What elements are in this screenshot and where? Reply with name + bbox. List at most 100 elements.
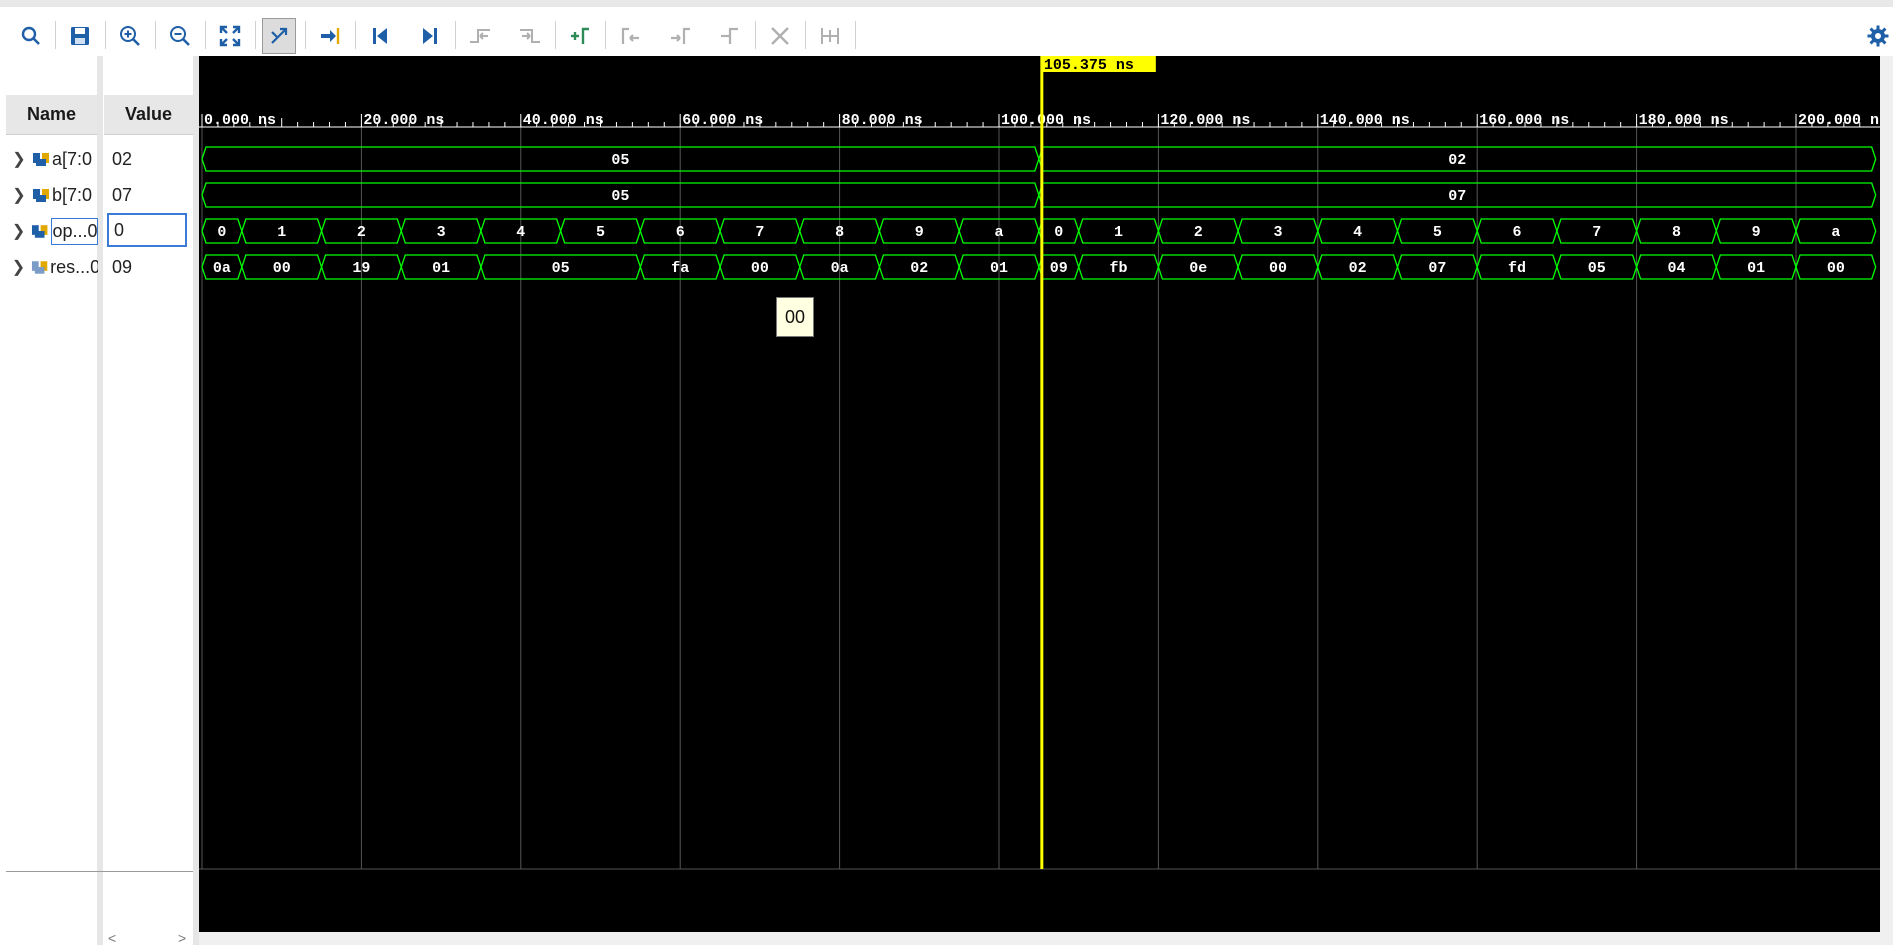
waveform-value-label: 5 xyxy=(596,224,605,241)
close-icon xyxy=(771,27,789,45)
time-tick-label: 60.000 ns xyxy=(682,112,763,129)
zoom-fit-button[interactable] xyxy=(213,18,247,54)
scroll-right-icon[interactable]: > xyxy=(178,930,186,946)
time-tick-label: 80.000 ns xyxy=(842,112,923,129)
expand-chevron-icon[interactable]: ❯ xyxy=(6,221,31,241)
goto-cursor-button[interactable] xyxy=(313,18,347,54)
waveform-value-label: 2 xyxy=(357,224,366,241)
waveform-value-label: fb xyxy=(1110,260,1128,277)
waveform-value-label: 9 xyxy=(915,224,924,241)
waveform-value-label: 6 xyxy=(676,224,685,241)
waveform-value-label: 0e xyxy=(1189,260,1207,277)
goto-start-icon xyxy=(373,28,387,44)
waveform-value-label: fa xyxy=(671,260,689,277)
waveform-value-label: 7 xyxy=(1592,224,1601,241)
time-tick-label: 20.000 ns xyxy=(363,112,444,129)
prev-marker-button[interactable] xyxy=(613,18,647,54)
time-tick-label: 140.000 ns xyxy=(1320,112,1410,129)
settings-button[interactable] xyxy=(1864,18,1892,54)
time-tick-label: 40.000 ns xyxy=(523,112,604,129)
toolbar-separator xyxy=(455,21,456,49)
signal-row-a[interactable]: ❯ a[7:0 xyxy=(6,141,98,177)
goto-cursor-icon xyxy=(321,28,340,44)
cursor-time-label: 105.375 ns xyxy=(1044,57,1134,74)
waveform-value-label: 0 xyxy=(217,224,226,241)
toolbar-separator xyxy=(805,21,806,49)
toolbar-separator xyxy=(155,21,156,49)
signal-name: b[7:0 xyxy=(52,184,93,205)
snap-button[interactable] xyxy=(262,18,296,54)
waveform-value-label: 1 xyxy=(1114,224,1123,241)
waveform-value-label: fd xyxy=(1508,260,1526,277)
waveform-value-label: 00 xyxy=(751,260,769,277)
time-tick-label: 100.000 ns xyxy=(1001,112,1091,129)
zoom-in-button[interactable] xyxy=(113,18,147,54)
zoom-out-icon xyxy=(170,26,190,46)
delete-marker-button[interactable] xyxy=(763,18,797,54)
expand-chevron-icon[interactable]: ❯ xyxy=(6,149,32,169)
vertical-scrollbar[interactable] xyxy=(1880,56,1893,945)
waveform-value-label: 05 xyxy=(1588,260,1606,277)
waveform-value-label: 19 xyxy=(352,260,370,277)
waveform-value-label: 02 xyxy=(1349,260,1367,277)
add-marker-button[interactable] xyxy=(563,18,597,54)
waveform-viewer[interactable]: 0.000 ns 20.000 ns 40.000 ns 60.000 ns 80.00… xyxy=(199,56,1880,932)
toolbar-separator xyxy=(555,21,556,49)
signal-row-op[interactable]: ❯ op...0 xyxy=(6,213,98,249)
swap-cursors-button[interactable] xyxy=(713,18,747,54)
waveform-value-label: a xyxy=(994,224,1003,241)
value-column-header[interactable]: Value xyxy=(104,95,193,135)
toolbar-separator xyxy=(255,21,256,49)
waveform-canvas[interactable]: 0.000 ns 20.000 ns 40.000 ns 60.000 ns 80.00… xyxy=(199,56,1880,932)
signal-row-b[interactable]: ❯ b[7:0 xyxy=(6,177,98,213)
toolbar-separator xyxy=(305,21,306,49)
waveform-value-label: 3 xyxy=(1273,224,1282,241)
toolbar-separator xyxy=(205,21,206,49)
waveform-value-label: 02 xyxy=(910,260,928,277)
waveform-value-label: 00 xyxy=(273,260,291,277)
value-tooltip: 00 xyxy=(776,297,814,337)
toolbar-separator xyxy=(355,21,356,49)
time-tick-label: 160.000 ns xyxy=(1479,112,1569,129)
signal-row-res[interactable]: ❯ res...0 xyxy=(6,249,98,285)
save-icon xyxy=(71,27,89,45)
toolbar-separator xyxy=(855,21,856,49)
bus-signal-icon xyxy=(33,189,49,202)
expand-chevron-icon[interactable]: ❯ xyxy=(6,185,32,205)
waveform-value-label: 1 xyxy=(277,224,286,241)
waveform-value-label: 01 xyxy=(1747,260,1765,277)
measure-icon xyxy=(821,28,839,44)
waveform-value-label: 05 xyxy=(611,188,629,205)
horizontal-scrollbar[interactable] xyxy=(199,932,1880,945)
scroll-left-icon[interactable]: < xyxy=(108,930,116,946)
waveform-value-label: 05 xyxy=(611,152,629,169)
expand-chevron-icon[interactable]: ❯ xyxy=(6,257,31,277)
zoom-out-button[interactable] xyxy=(163,18,197,54)
toolbar-separator xyxy=(605,21,606,49)
signal-value: 0 xyxy=(107,213,187,247)
signal-name: op...0 xyxy=(50,217,98,245)
goto-end-button[interactable] xyxy=(413,18,447,54)
time-tick-label: 120.000 ns xyxy=(1160,112,1250,129)
time-tick-label: 0.000 ns xyxy=(204,112,276,129)
prev-marker-icon xyxy=(621,27,639,44)
waveform-value-label: 4 xyxy=(516,224,525,241)
waveform-value-label: 3 xyxy=(437,224,446,241)
prev-transition-icon xyxy=(470,29,490,43)
measure-button[interactable] xyxy=(813,18,847,54)
waveform-value-label: 07 xyxy=(1428,260,1446,277)
bus-signal-icon xyxy=(32,225,48,238)
toolbar-separator xyxy=(755,21,756,49)
search-button[interactable] xyxy=(14,18,48,54)
next-transition-button[interactable] xyxy=(513,18,547,54)
waveform-value-label: 05 xyxy=(552,260,570,277)
time-tick-label: 180.000 ns xyxy=(1639,112,1729,129)
next-marker-button[interactable] xyxy=(663,18,697,54)
waveform-value-label: 02 xyxy=(1448,152,1466,169)
save-button[interactable] xyxy=(63,18,97,54)
signal-name: res...0 xyxy=(50,256,98,277)
goto-start-button[interactable] xyxy=(363,18,397,54)
name-column-header[interactable]: Name xyxy=(6,95,97,135)
waveform-value-label: 5 xyxy=(1433,224,1442,241)
prev-transition-button[interactable] xyxy=(463,18,497,54)
